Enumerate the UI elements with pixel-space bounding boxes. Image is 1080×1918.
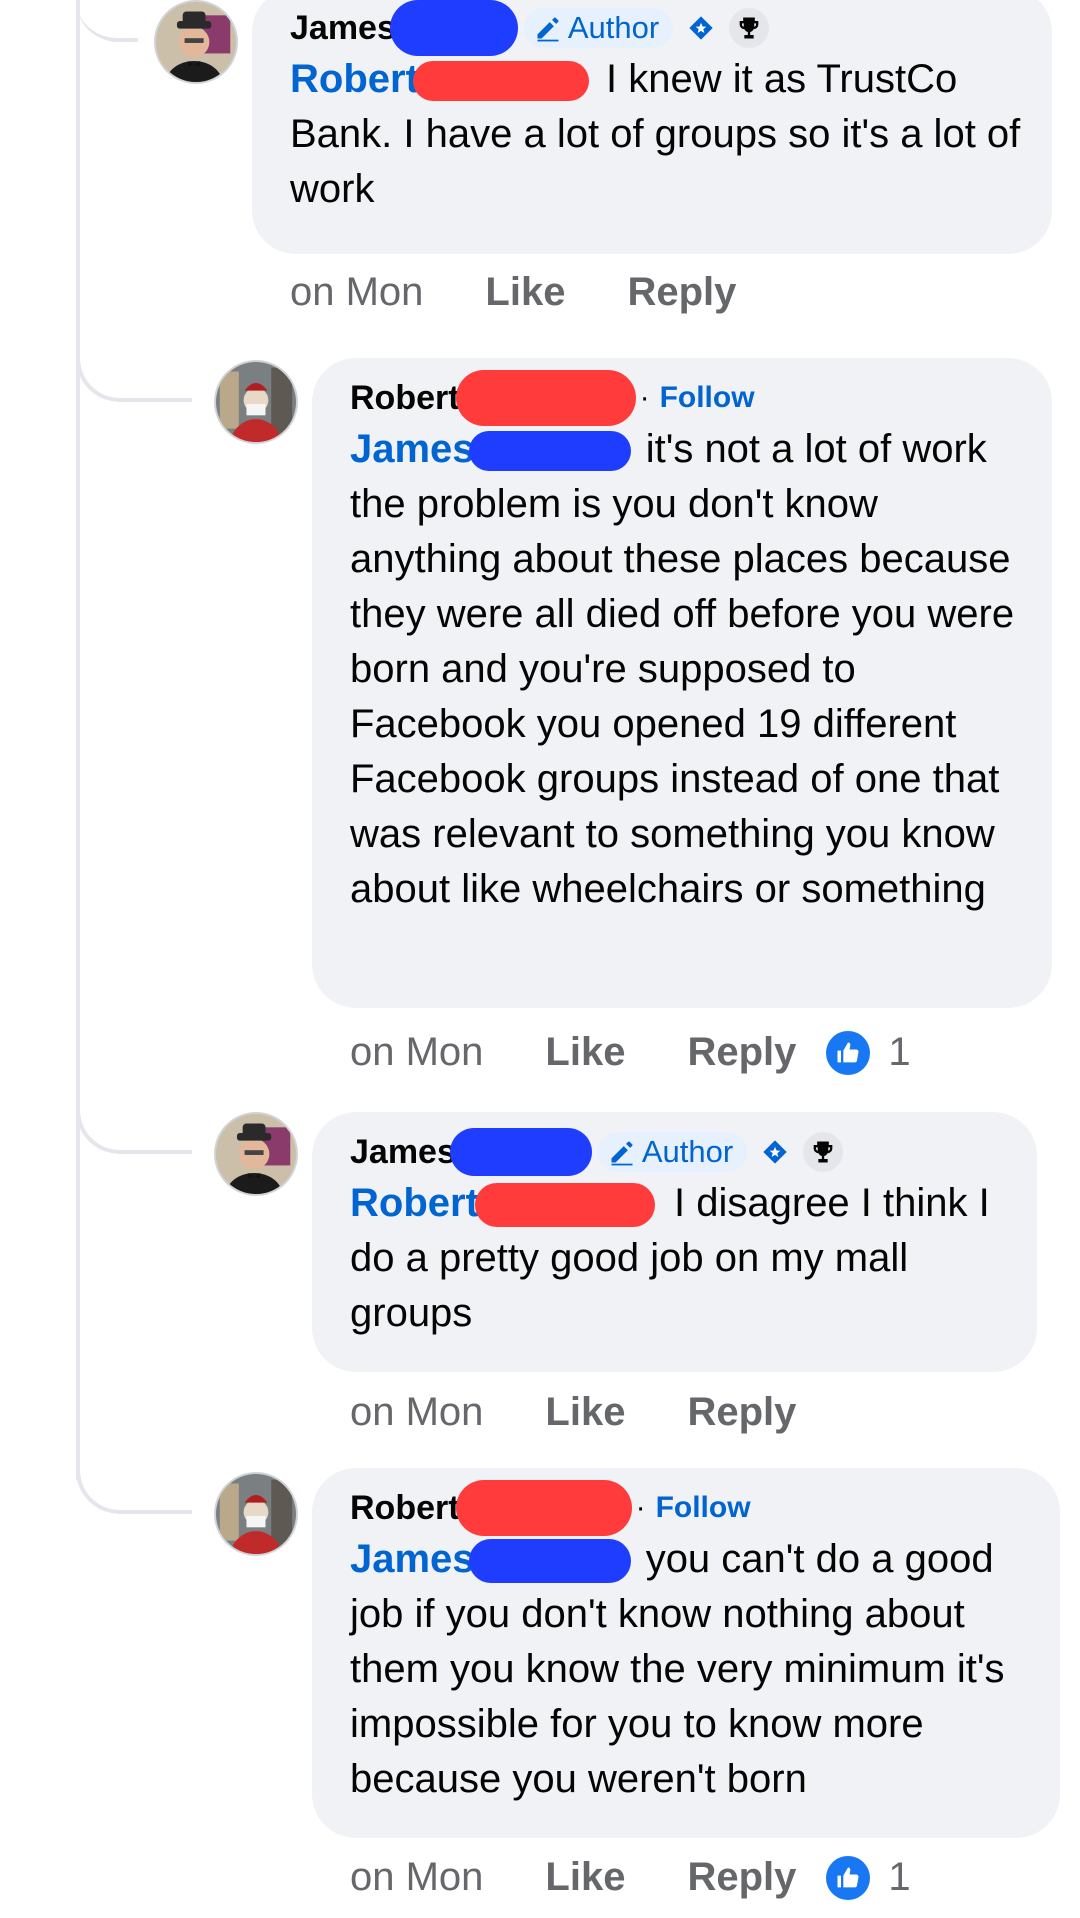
avatar-robert-image [216,362,296,442]
trophy-badge[interactable] [729,8,770,48]
reaction-count: 1 [888,1855,911,1899]
mention-link[interactable]: James [350,427,475,471]
thread-connector [76,1430,192,1514]
redaction-mark [455,1480,632,1536]
thumbs-up-icon [837,1042,859,1062]
like-button[interactable]: Like [485,270,565,315]
comment-author[interactable]: James [290,9,396,48]
redaction-mark [455,370,636,426]
like-button[interactable]: Like [545,1030,625,1075]
thumbs-up-icon [837,1867,859,1887]
reply-button[interactable]: Reply [687,1855,796,1900]
thread-connector [76,1080,192,1154]
reply-button[interactable]: Reply [687,1390,796,1435]
separator-dot: · [639,381,650,414]
comment-bubble: James Author Robert I disagree I think I… [312,1112,1037,1372]
trophy-icon [739,17,759,39]
comment-timestamp[interactable]: on Mon [350,1390,483,1435]
trophy-badge[interactable] [803,1132,844,1172]
pencil-icon [611,1141,633,1166]
comment-timestamp[interactable]: on Mon [290,270,423,315]
diamond-star-icon [689,16,713,40]
avatar[interactable] [214,1472,298,1556]
redaction-mark [468,1539,631,1584]
reaction-count: 1 [888,1030,911,1074]
author-badge-label: Author [567,10,660,45]
like-button[interactable]: Like [545,1855,625,1900]
comment-actions: on Mon Like Reply [350,1390,796,1435]
mention-link[interactable]: Robert [290,57,419,101]
author-badge-label: Author [641,1134,734,1169]
like-reaction [826,1030,871,1075]
follow-button[interactable]: Follow [660,381,755,415]
comment-timestamp[interactable]: on Mon [350,1855,483,1900]
author-badge: Author [597,1132,748,1172]
avatar[interactable] [214,1112,298,1196]
comment-bubble: Robert · Follow James you can't do a goo… [312,1468,1060,1838]
pencil-icon [537,17,559,42]
comment-bubble: James Author Robert I knew it as TrustCo… [252,0,1052,254]
redaction-mark [468,431,631,472]
comment-text: it's not a lot of work the problem is yo… [350,427,1015,911]
comment-author[interactable]: Robert [350,1489,460,1528]
redaction-mark [449,1128,592,1176]
comment-actions: on Mon Like Reply [290,270,736,315]
mention-link[interactable]: Robert [350,1181,479,1225]
comment-author[interactable]: James [350,1133,456,1172]
avatar-james-image [216,1114,296,1194]
comment-author[interactable]: Robert [350,379,460,418]
top-contributor-badge[interactable] [755,1132,795,1172]
redaction-mark [474,1183,655,1228]
like-button[interactable]: Like [545,1390,625,1435]
comment-bubble: Robert · Follow James it's not a lot of … [312,358,1052,1008]
comment-timestamp[interactable]: on Mon [350,1030,483,1075]
comment-actions: on Mon Like Reply 1 [350,1855,911,1900]
trophy-icon [813,1141,833,1163]
reply-button[interactable]: Reply [627,270,736,315]
follow-button[interactable]: Follow [656,1491,751,1525]
avatar[interactable] [214,360,298,444]
reply-button[interactable]: Reply [687,1030,796,1075]
top-contributor-badge[interactable] [681,8,721,48]
avatar-james-image [156,2,236,82]
avatar[interactable] [154,0,238,84]
separator-dot: · [635,1491,646,1524]
reaction-summary[interactable]: 1 [826,1855,911,1900]
author-badge: Author [523,8,674,48]
thread-connector [76,0,138,42]
redaction-mark [389,0,518,56]
comment-actions: on Mon Like Reply 1 [350,1030,911,1075]
like-reaction [826,1855,871,1900]
mention-link[interactable]: James [350,1537,475,1581]
reaction-summary[interactable]: 1 [826,1030,911,1075]
thread-connector [76,330,192,402]
avatar-robert-image [216,1474,296,1554]
redaction-mark [412,61,589,102]
thread-line [76,0,80,1480]
diamond-star-icon [763,1140,787,1164]
